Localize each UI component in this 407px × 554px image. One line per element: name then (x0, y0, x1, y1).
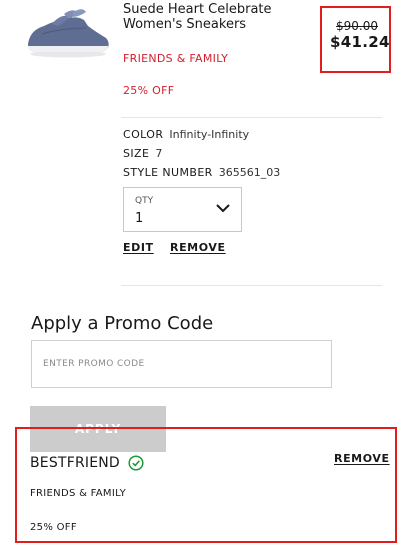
detail-style-label: STYLE NUMBER (123, 166, 213, 179)
discount-label: 25% OFF (123, 84, 175, 97)
detail-style: STYLE NUMBER 365561_03 (123, 166, 280, 179)
detail-size: SIZE 7 (123, 147, 162, 160)
product-name[interactable]: Suede Heart Celebrate Women's Sneakers (123, 2, 303, 32)
check-circle-icon (128, 455, 144, 471)
product-image[interactable] (22, 4, 114, 60)
divider (121, 285, 382, 286)
price-sale: $41.24 (330, 33, 390, 51)
applied-promo-discount: 25% OFF (30, 522, 77, 533)
qty-value: 1 (135, 211, 144, 226)
applied-promo-code: BESTFRIEND (30, 455, 120, 471)
chevron-down-icon[interactable] (215, 203, 231, 213)
detail-color-value: Infinity-Infinity (169, 128, 250, 141)
promo-title: Apply a Promo Code (31, 313, 214, 334)
remove-promo-link[interactable]: REMOVE (334, 452, 390, 465)
detail-size-label: SIZE (123, 147, 150, 160)
detail-color-label: COLOR (123, 128, 164, 141)
promo-code-input[interactable] (31, 340, 332, 388)
sneaker-icon (28, 9, 109, 58)
detail-style-value: 365561_03 (218, 166, 281, 179)
detail-color: COLOR Infinity-Infinity (123, 128, 249, 141)
promo-tag: FRIENDS & FAMILY (123, 52, 229, 65)
remove-item-link[interactable]: REMOVE (170, 241, 226, 254)
qty-label: QTY (135, 196, 154, 206)
edit-link[interactable]: EDIT (123, 241, 154, 254)
detail-size-value: 7 (155, 147, 163, 160)
divider (121, 117, 382, 118)
applied-promo-type: FRIENDS & FAMILY (30, 488, 127, 499)
price-original: $90.00 (336, 19, 378, 33)
